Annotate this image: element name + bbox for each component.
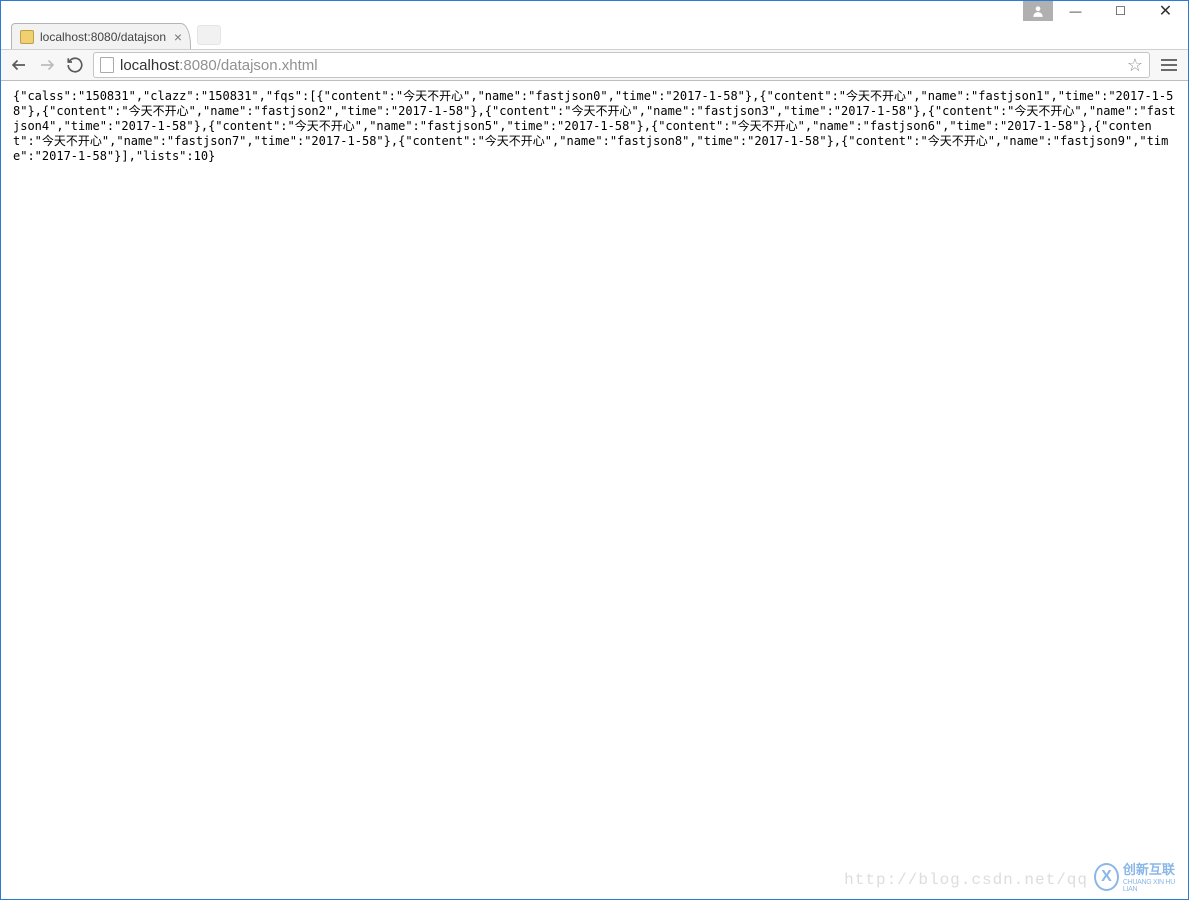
reload-button[interactable] xyxy=(65,55,85,75)
back-button[interactable] xyxy=(9,55,29,75)
watermark-url: http://blog.csdn.net/qq xyxy=(844,871,1088,889)
url-text: localhost:8080/datajson.xhtml xyxy=(120,57,318,74)
user-icon[interactable] xyxy=(1023,1,1053,21)
hamburger-menu-icon[interactable] xyxy=(1158,54,1180,76)
address-bar[interactable]: localhost:8080/datajson.xhtml ☆ xyxy=(93,52,1150,78)
minimize-button[interactable]: — xyxy=(1053,1,1098,21)
watermark-brand: 创新互联 xyxy=(1123,862,1175,877)
favicon-icon xyxy=(20,30,34,44)
bookmark-star-icon[interactable]: ☆ xyxy=(1127,55,1143,76)
forward-button[interactable] xyxy=(37,55,57,75)
window-titlebar: — ☐ ✕ xyxy=(1,1,1188,21)
maximize-button[interactable]: ☐ xyxy=(1098,1,1143,21)
tab-close-icon[interactable]: × xyxy=(174,29,182,45)
watermark-logo-icon: X xyxy=(1094,863,1119,891)
url-host: localhost xyxy=(120,57,179,74)
tab-strip: localhost:8080/datajson × xyxy=(1,21,1188,49)
tab-title: localhost:8080/datajson xyxy=(40,30,168,44)
page-icon xyxy=(100,57,114,73)
new-tab-button[interactable] xyxy=(197,25,221,45)
url-path: :8080/datajson.xhtml xyxy=(179,57,317,74)
watermark-logo: X 创新互联 CHUANG XIN HU LIAN xyxy=(1094,861,1182,893)
browser-toolbar: localhost:8080/datajson.xhtml ☆ xyxy=(1,49,1188,81)
close-button[interactable]: ✕ xyxy=(1143,1,1188,21)
browser-tab[interactable]: localhost:8080/datajson × xyxy=(11,23,191,49)
page-body: {"calss":"150831","clazz":"150831","fqs"… xyxy=(1,81,1188,899)
watermark-brand-sub: CHUANG XIN HU LIAN xyxy=(1123,879,1182,893)
